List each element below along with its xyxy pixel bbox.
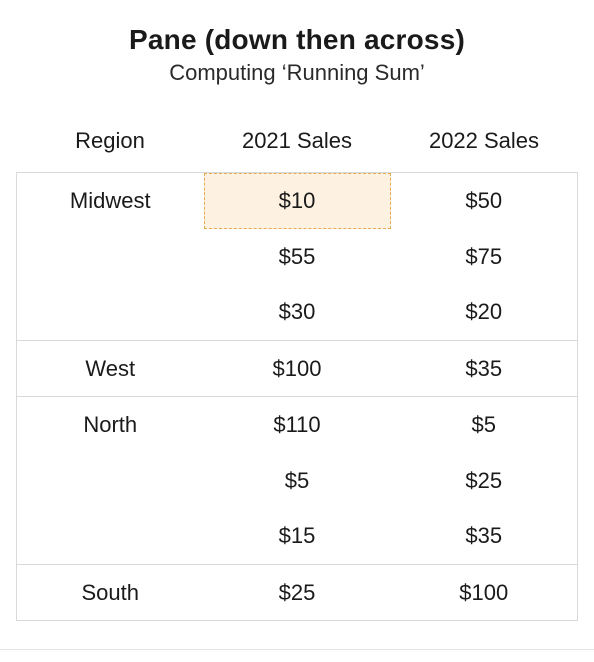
region-label: West [17,341,204,396]
value-cell-2021: $5 [204,453,391,509]
region-cell [17,453,204,509]
value-cell-2022: $100 [391,565,578,621]
cell-value: $75 [391,229,578,285]
table-header-row: Region 2021 Sales 2022 Sales [17,118,578,173]
cell-value: $15 [204,509,391,565]
region-cell [17,229,204,285]
page-title: Pane (down then across) [16,24,578,56]
value-cell-2022: $25 [391,453,578,509]
region-cell: North [17,397,204,453]
cell-value: $35 [391,341,578,396]
highlighted-cell: $10 [204,173,391,229]
table-row: Midwest$10$50 [17,173,578,229]
table-row: $5$25 [17,453,578,509]
region-label [17,229,204,285]
region-label: Midwest [17,173,204,229]
table-row: South$25$100 [17,565,578,621]
table-row: $30$20 [17,285,578,341]
table-body: Midwest$10$50$55$75$30$20West$100$35Nort… [17,173,578,621]
table-row: North$110$5 [17,397,578,453]
region-cell [17,285,204,341]
cell-value: $5 [391,397,578,453]
region-label [17,453,204,509]
cell-value: $100 [204,341,391,396]
region-label [17,285,204,341]
cell-value: $55 [204,229,391,285]
value-cell-2022: $35 [391,341,578,397]
cell-value: $35 [391,509,578,565]
value-cell-2022: $50 [391,173,578,229]
figure-container: Pane (down then across) Computing ‘Runni… [0,0,594,650]
region-cell: Midwest [17,173,204,229]
value-cell-2022: $35 [391,509,578,565]
cell-value: $50 [391,173,578,229]
value-cell-2021: $15 [204,509,391,565]
table-row: West$100$35 [17,341,578,397]
value-cell-2022: $20 [391,285,578,341]
col-header-region: Region [17,118,204,173]
table-row: $15$35 [17,509,578,565]
value-cell-2021: $55 [204,229,391,285]
table-row: $55$75 [17,229,578,285]
value-cell-2022: $5 [391,397,578,453]
cell-value: $30 [204,285,391,341]
region-label [17,509,204,565]
sales-table: Region 2021 Sales 2022 Sales Midwest$10$… [16,118,578,621]
region-cell: South [17,565,204,621]
value-cell-2021: $25 [204,565,391,621]
value-cell-2021: $30 [204,285,391,341]
cell-value: $110 [204,397,391,453]
cell-value: $10 [204,173,391,229]
region-label: North [17,397,204,453]
col-header-2022: 2022 Sales [391,118,578,173]
cell-value: $20 [391,285,578,341]
value-cell-2021: $100 [204,341,391,397]
region-cell [17,509,204,565]
cell-value: $100 [391,565,578,620]
page-subtitle: Computing ‘Running Sum’ [16,60,578,86]
value-cell-2022: $75 [391,229,578,285]
col-header-2021: 2021 Sales [204,118,391,173]
region-label: South [17,565,204,620]
value-cell-2021: $110 [204,397,391,453]
cell-value: $5 [204,453,391,509]
cell-value: $25 [391,453,578,509]
region-cell: West [17,341,204,397]
cell-value: $25 [204,565,391,620]
